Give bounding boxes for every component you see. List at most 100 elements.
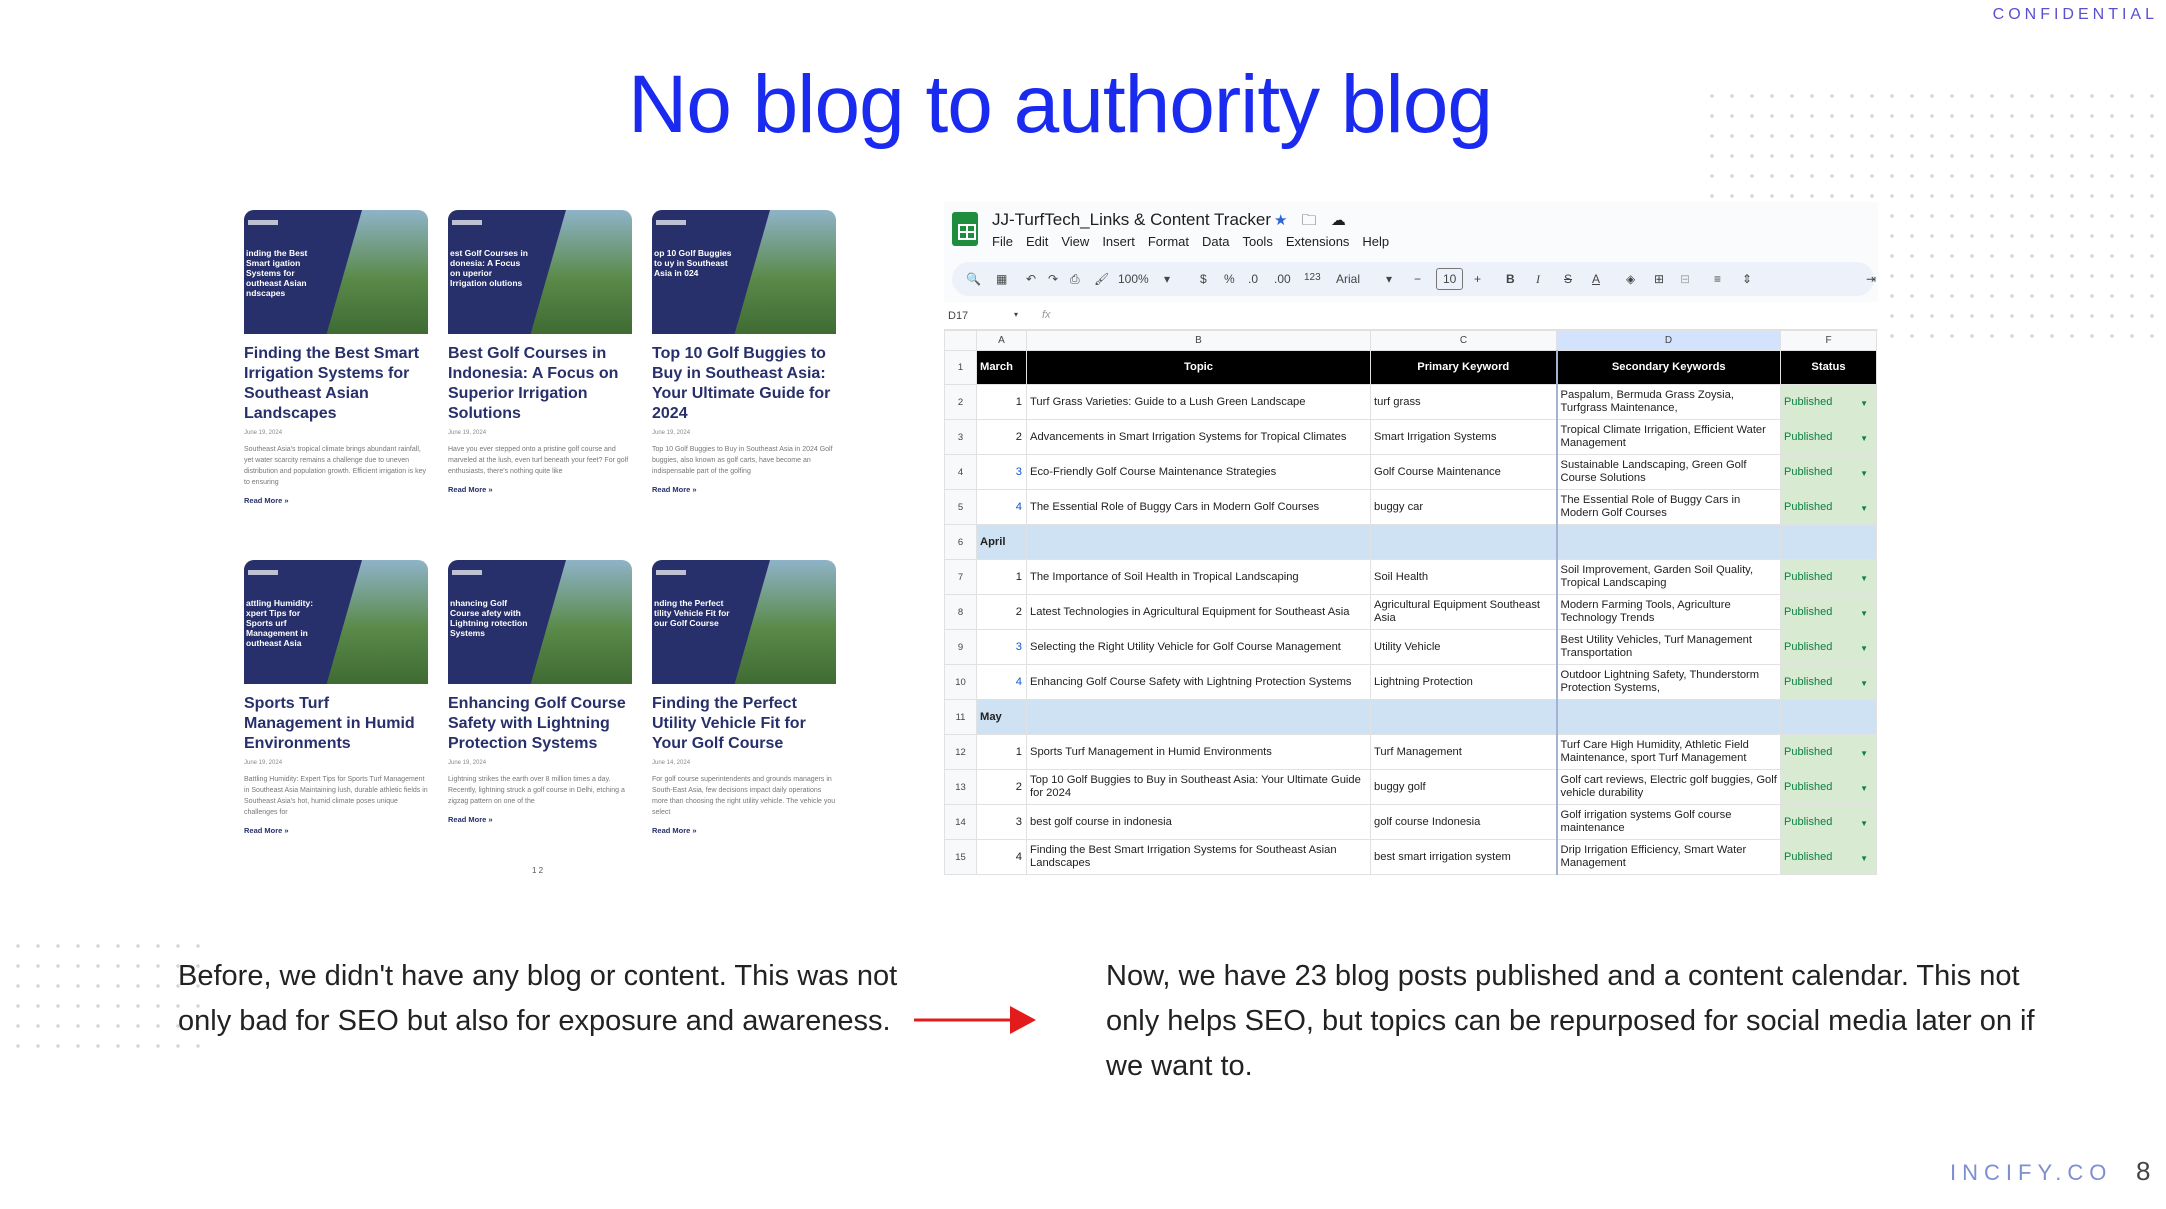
row-number[interactable]: 13 xyxy=(944,769,977,805)
post-number-cell[interactable]: 2 xyxy=(976,769,1027,805)
row-number[interactable]: 5 xyxy=(944,489,977,525)
menu-item-file[interactable]: File xyxy=(992,234,1013,249)
paint-format-icon[interactable]: 🖌 xyxy=(1094,272,1109,286)
primary-keyword-cell[interactable]: buggy golf xyxy=(1370,769,1557,805)
merge-cells-icon[interactable]: ⊟ xyxy=(1680,272,1690,286)
column-header-c[interactable]: C xyxy=(1370,330,1557,351)
row-number[interactable]: 14 xyxy=(944,804,977,840)
print-icon[interactable]: ⎙ xyxy=(1070,272,1080,287)
post-number-cell[interactable]: 2 xyxy=(976,594,1027,630)
read-more-link[interactable]: Read More » xyxy=(652,826,836,835)
decrease-decimal-button[interactable]: .0 xyxy=(1248,272,1258,286)
secondary-keywords-cell[interactable]: Golf irrigation systems Golf course main… xyxy=(1555,804,1781,840)
blog-card-title[interactable]: Finding the Best Smart Irrigation System… xyxy=(244,344,428,424)
column-header-b[interactable]: B xyxy=(1026,330,1371,351)
status-dropdown[interactable]: Published ▼ xyxy=(1780,629,1877,665)
status-dropdown[interactable]: Published ▼ xyxy=(1780,384,1877,420)
status-dropdown[interactable]: Published ▼ xyxy=(1780,664,1877,700)
status-dropdown[interactable]: Published ▼ xyxy=(1780,594,1877,630)
secondary-keywords-cell[interactable]: Best Utility Vehicles, Turf Management T… xyxy=(1555,629,1781,665)
strikethrough-button[interactable]: S xyxy=(1564,272,1572,286)
topic-cell[interactable]: Top 10 Golf Buggies to Buy in Southeast … xyxy=(1026,769,1371,805)
blog-card-title[interactable]: Best Golf Courses in Indonesia: A Focus … xyxy=(448,344,632,424)
read-more-link[interactable]: Read More » xyxy=(652,485,836,494)
post-number-cell[interactable]: 3 xyxy=(976,454,1027,490)
blog-thumbnail[interactable]: est Golf Courses in donesia: A Focus on … xyxy=(448,210,632,334)
text-wrap-icon[interactable]: ⇥ xyxy=(1866,272,1876,286)
empty-cell[interactable] xyxy=(1555,699,1781,735)
read-more-link[interactable]: Read More » xyxy=(448,815,632,824)
zoom-select[interactable]: 100% xyxy=(1118,272,1149,286)
topic-cell[interactable]: Eco-Friendly Golf Course Maintenance Str… xyxy=(1026,454,1371,490)
month-label[interactable]: April xyxy=(976,524,1027,560)
secondary-keywords-cell[interactable]: Tropical Climate Irrigation, Efficient W… xyxy=(1555,419,1781,455)
blog-thumbnail[interactable]: nding the Perfect tility Vehicle Fit for… xyxy=(652,560,836,684)
header-status[interactable]: Status xyxy=(1780,350,1877,385)
font-size-plus-button[interactable]: + xyxy=(1474,272,1481,286)
blog-card[interactable]: est Golf Courses in donesia: A Focus on … xyxy=(448,210,632,494)
folder-icon[interactable]: 🗀 xyxy=(1302,212,1317,229)
empty-cell[interactable] xyxy=(1370,524,1557,560)
document-title[interactable]: JJ-TurfTech_Links & Content Tracker xyxy=(992,210,1271,230)
search-icon[interactable]: 🔍 xyxy=(966,272,981,286)
status-dropdown[interactable]: Published ▼ xyxy=(1780,419,1877,455)
row-number[interactable]: 2 xyxy=(944,384,977,420)
primary-keyword-cell[interactable]: Turf Management xyxy=(1370,734,1557,770)
italic-button[interactable]: I xyxy=(1536,272,1540,287)
row-number[interactable]: 7 xyxy=(944,559,977,595)
menu-item-edit[interactable]: Edit xyxy=(1026,234,1048,249)
status-dropdown[interactable]: Published ▼ xyxy=(1780,559,1877,595)
primary-keyword-cell[interactable]: golf course Indonesia xyxy=(1370,804,1557,840)
post-number-cell[interactable]: 4 xyxy=(976,664,1027,700)
row-number[interactable]: 4 xyxy=(944,454,977,490)
topic-cell[interactable]: best golf course in indonesia xyxy=(1026,804,1371,840)
primary-keyword-cell[interactable]: Soil Health xyxy=(1370,559,1557,595)
post-number-cell[interactable]: 2 xyxy=(976,419,1027,455)
secondary-keywords-cell[interactable]: Drip Irrigation Efficiency, Smart Water … xyxy=(1555,839,1781,875)
menu-item-extensions[interactable]: Extensions xyxy=(1286,234,1350,249)
row-number[interactable]: 10 xyxy=(944,664,977,700)
primary-keyword-cell[interactable]: turf grass xyxy=(1370,384,1557,420)
empty-cell[interactable] xyxy=(1370,699,1557,735)
row-number[interactable]: 3 xyxy=(944,419,977,455)
secondary-keywords-cell[interactable]: Paspalum, Bermuda Grass Zoysia, Turfgras… xyxy=(1555,384,1781,420)
undo-icon[interactable]: ↶ xyxy=(1026,272,1036,286)
format-button[interactable]: 123 xyxy=(1304,272,1321,283)
column-header-d[interactable]: D xyxy=(1556,330,1781,351)
percent-button[interactable]: % xyxy=(1224,272,1235,286)
menu-item-help[interactable]: Help xyxy=(1362,234,1389,249)
row-number[interactable]: 1 xyxy=(944,350,977,385)
secondary-keywords-cell[interactable]: Sustainable Landscaping, Green Golf Cour… xyxy=(1555,454,1781,490)
bold-button[interactable]: B xyxy=(1506,272,1515,286)
topic-cell[interactable]: Selecting the Right Utility Vehicle for … xyxy=(1026,629,1371,665)
empty-cell[interactable] xyxy=(1780,524,1877,560)
blog-thumbnail[interactable]: op 10 Golf Buggies to uy in Southeast As… xyxy=(652,210,836,334)
primary-keyword-cell[interactable]: Utility Vehicle xyxy=(1370,629,1557,665)
secondary-keywords-cell[interactable]: Modern Farming Tools, Agriculture Techno… xyxy=(1555,594,1781,630)
post-number-cell[interactable]: 3 xyxy=(976,804,1027,840)
topic-cell[interactable]: Turf Grass Varieties: Guide to a Lush Gr… xyxy=(1026,384,1371,420)
topic-cell[interactable]: Advancements in Smart Irrigation Systems… xyxy=(1026,419,1371,455)
secondary-keywords-cell[interactable]: Outdoor Lightning Safety, Thunderstorm P… xyxy=(1555,664,1781,700)
post-number-cell[interactable]: 4 xyxy=(976,489,1027,525)
calendar-icon[interactable]: ▦ xyxy=(996,272,1007,286)
secondary-keywords-cell[interactable]: Soil Improvement, Garden Soil Quality, T… xyxy=(1555,559,1781,595)
blog-card-title[interactable]: Top 10 Golf Buggies to Buy in Southeast … xyxy=(652,344,836,424)
status-dropdown[interactable]: Published ▼ xyxy=(1780,734,1877,770)
post-number-cell[interactable]: 1 xyxy=(976,559,1027,595)
borders-icon[interactable]: ⊞ xyxy=(1654,272,1664,286)
post-number-cell[interactable]: 1 xyxy=(976,384,1027,420)
primary-keyword-cell[interactable]: buggy car xyxy=(1370,489,1557,525)
column-header-a[interactable]: A xyxy=(976,330,1027,351)
select-all-corner[interactable] xyxy=(944,330,977,351)
blog-pagination[interactable]: 1 2 xyxy=(532,866,543,875)
topic-cell[interactable]: The Importance of Soil Health in Tropica… xyxy=(1026,559,1371,595)
menu-item-tools[interactable]: Tools xyxy=(1242,234,1272,249)
font-size-input[interactable]: 10 xyxy=(1436,268,1464,290)
topic-cell[interactable]: Latest Technologies in Agricultural Equi… xyxy=(1026,594,1371,630)
status-dropdown[interactable]: Published ▼ xyxy=(1780,454,1877,490)
status-dropdown[interactable]: Published ▼ xyxy=(1780,839,1877,875)
primary-keyword-cell[interactable]: Golf Course Maintenance xyxy=(1370,454,1557,490)
blog-card-title[interactable]: Sports Turf Management in Humid Environm… xyxy=(244,694,428,754)
blog-thumbnail[interactable]: inding the Best Smart igation Systems fo… xyxy=(244,210,428,334)
